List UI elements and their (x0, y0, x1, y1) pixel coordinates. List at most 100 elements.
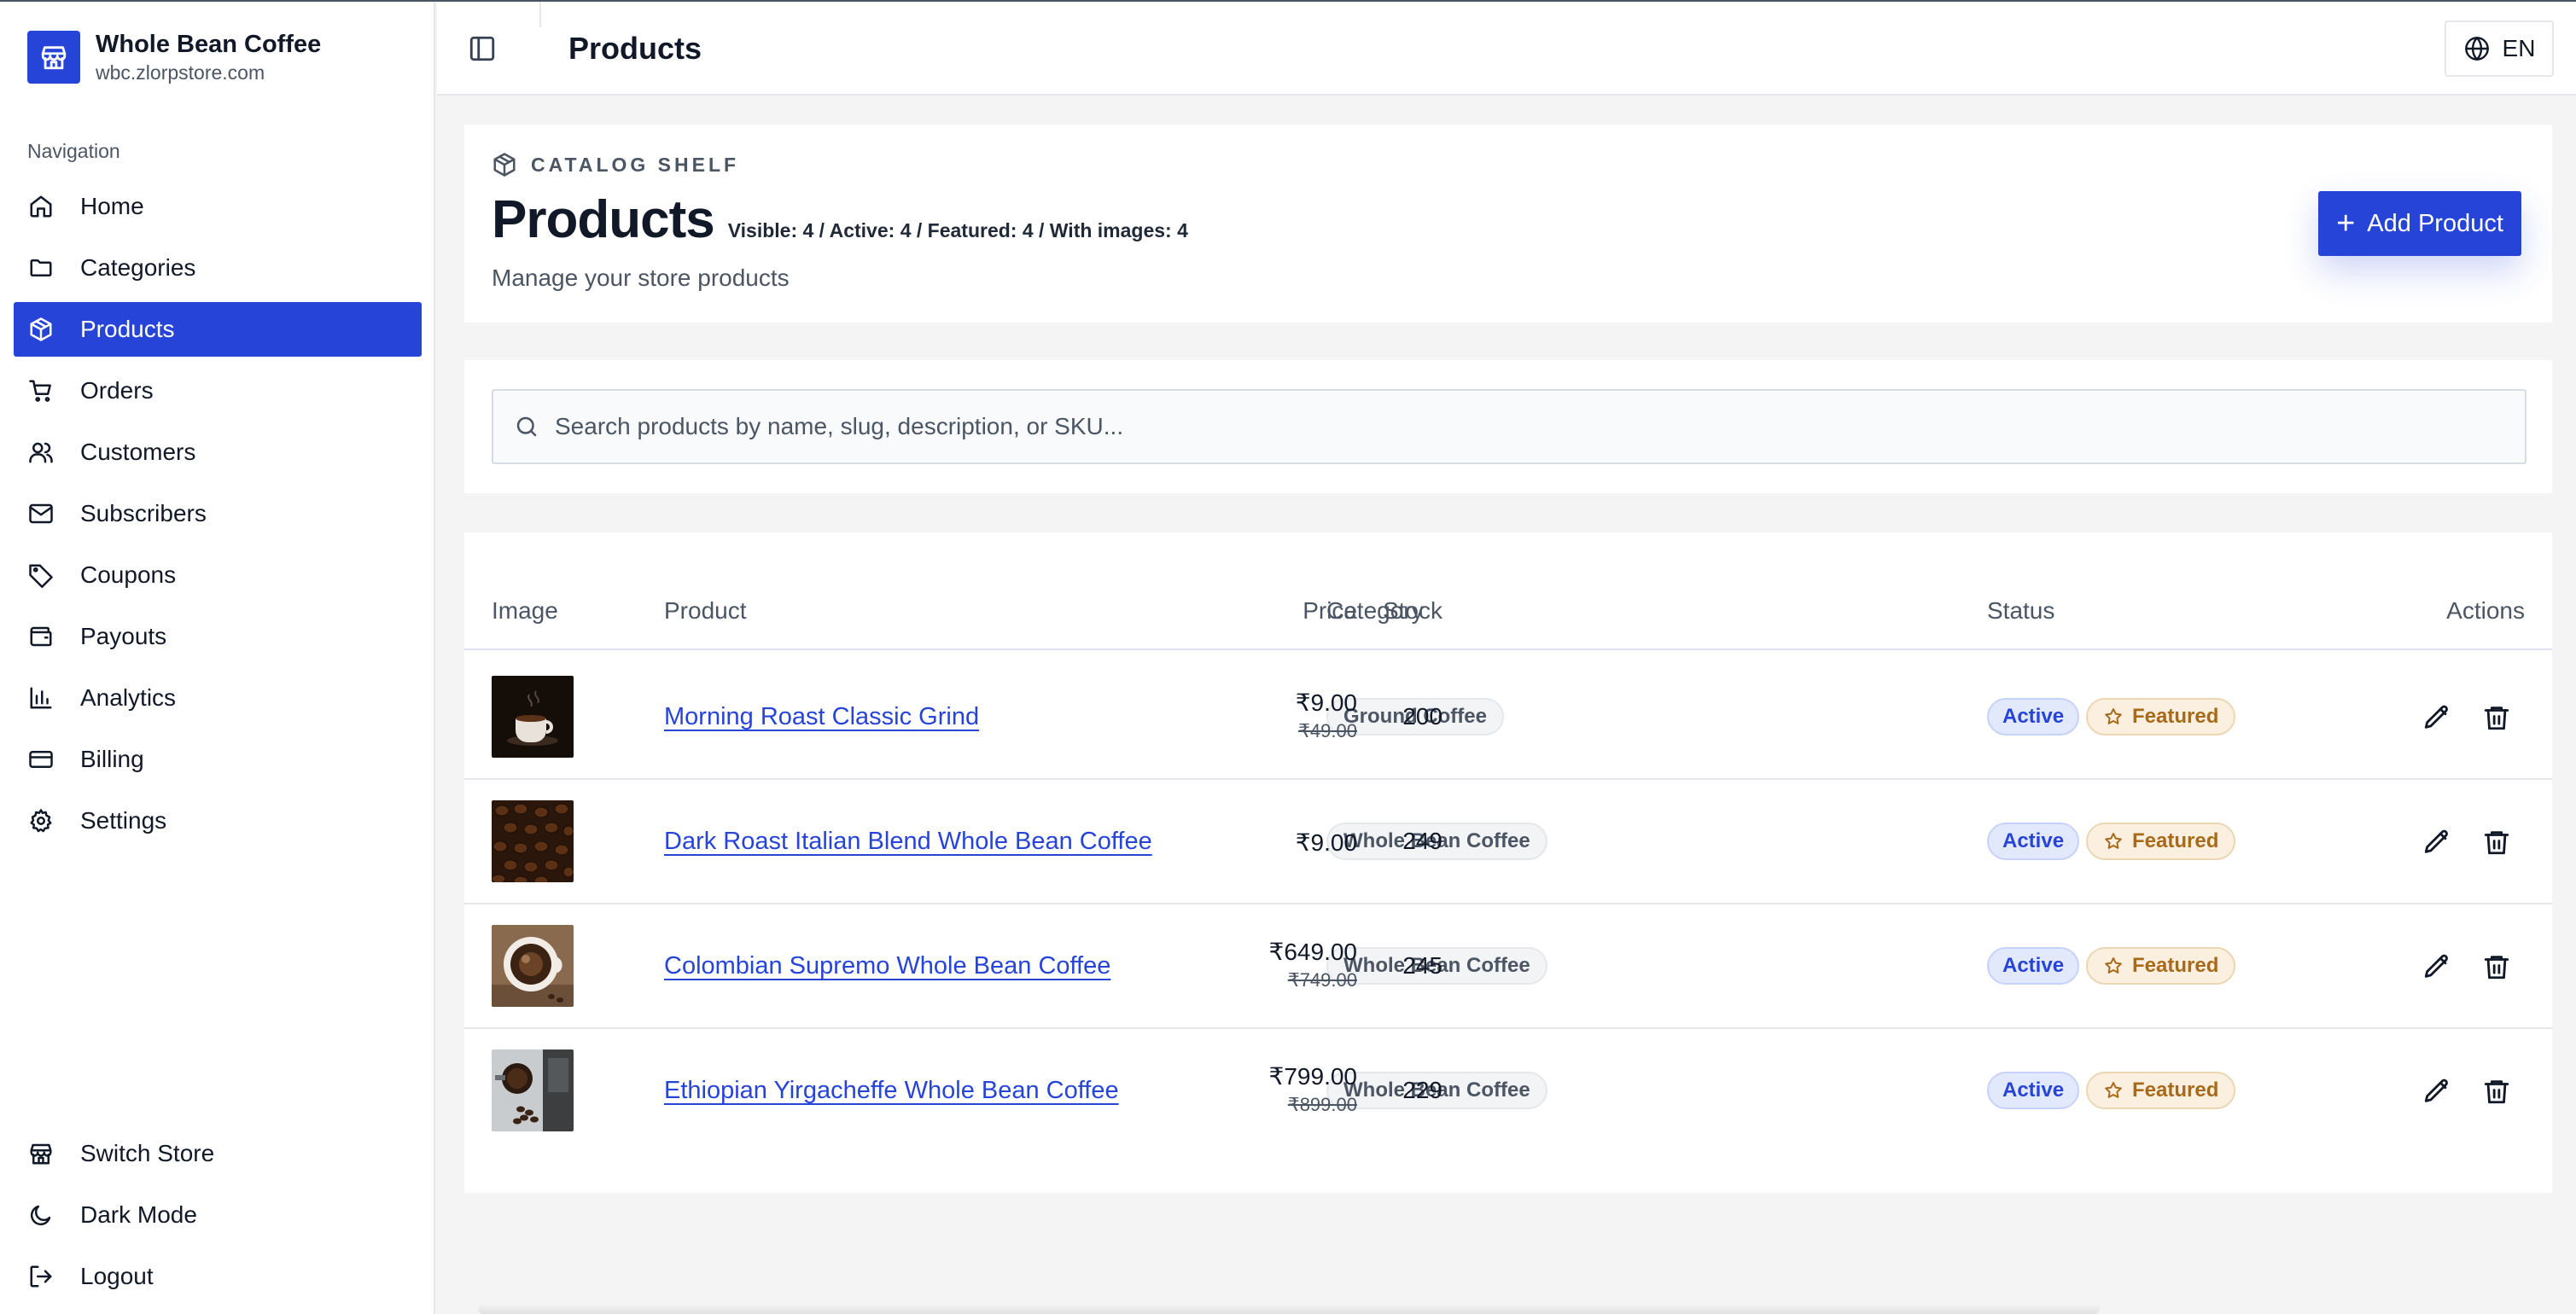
edit-pencil-icon[interactable] (2422, 952, 2451, 981)
product-image-beans (492, 800, 574, 882)
cart-icon (27, 377, 55, 404)
sidebar-item-switch-store[interactable]: Switch Store (14, 1126, 422, 1181)
store-icon (27, 1140, 55, 1167)
delete-trash-icon[interactable] (2482, 1077, 2511, 1106)
search-box[interactable] (492, 389, 2526, 464)
bar-chart-icon (27, 684, 55, 712)
sidebar-item-billing[interactable]: Billing (14, 732, 422, 787)
delete-trash-icon[interactable] (2482, 828, 2511, 857)
star-icon (2103, 831, 2124, 852)
mail-icon (27, 500, 55, 527)
globe-icon (2463, 35, 2491, 62)
add-product-label: Add Product (2367, 209, 2503, 237)
search-icon (514, 414, 539, 439)
featured-label: Featured (2132, 954, 2219, 977)
store-logo-icon (27, 31, 80, 84)
product-name-link[interactable]: Dark Roast Italian Blend Whole Bean Coff… (664, 828, 1152, 856)
product-name-link[interactable]: Ethiopian Yirgacheffe Whole Bean Coffee (664, 1077, 1119, 1105)
sidebar-item-label: Payouts (80, 623, 167, 649)
sidebar-item-home[interactable]: Home (14, 179, 422, 234)
status-badge-active: Active (1987, 698, 2080, 735)
sidebar-item-dark-mode[interactable]: Dark Mode (14, 1188, 422, 1242)
sidebar-item-label: Customers (80, 439, 196, 465)
sidebar-item-orders[interactable]: Orders (14, 363, 422, 418)
column-header-price: Price (1303, 597, 1357, 624)
status-badge-featured: Featured (2086, 947, 2236, 985)
page-subtitle: Manage your store products (492, 265, 790, 291)
credit-card-icon (27, 746, 55, 773)
sidebar-bottom-nav: Switch Store Dark Mode Logout (14, 1126, 422, 1311)
header-divider (539, 2, 541, 27)
edit-pencil-icon[interactable] (2422, 1077, 2451, 1106)
table-row: Morning Roast Classic Grind Ground Coffe… (464, 655, 2552, 780)
column-header-status: Status (1987, 597, 2055, 624)
stock-count: 245 (1402, 952, 1442, 979)
product-name-link[interactable]: Morning Roast Classic Grind (664, 703, 979, 731)
sidebar-item-settings[interactable]: Settings (14, 794, 422, 848)
sidebar-item-label: Products (80, 316, 175, 342)
table-row: Dark Roast Italian Blend Whole Bean Coff… (464, 780, 2552, 904)
sidebar-item-label: Dark Mode (80, 1201, 197, 1228)
sidebar-item-label: Settings (80, 807, 167, 834)
top-header: Products EN (437, 2, 2576, 96)
edit-pencil-icon[interactable] (2422, 828, 2451, 857)
star-icon (2103, 956, 2124, 976)
sidebar-item-customers[interactable]: Customers (14, 425, 422, 480)
nav-heading: Navigation (27, 140, 120, 162)
sidebar-item-analytics[interactable]: Analytics (14, 671, 422, 725)
products-table: Image Product Category Price Stock Statu… (464, 532, 2552, 1193)
folder-icon (27, 254, 55, 282)
header-title: Products (568, 31, 702, 66)
page-header-card: CATALOG SHELF Products Visible: 4 / Acti… (464, 125, 2552, 323)
search-card (464, 360, 2552, 493)
sidebar-item-coupons[interactable]: Coupons (14, 548, 422, 602)
add-product-button[interactable]: + Add Product (2318, 191, 2521, 256)
sidebar-item-logout[interactable]: Logout (14, 1249, 422, 1304)
status-badge-active: Active (1987, 1072, 2080, 1109)
plus-icon: + (2336, 206, 2356, 241)
edit-pencil-icon[interactable] (2422, 703, 2451, 732)
price: ₹649.00 (1268, 939, 1357, 965)
sidebar-nav: Home Categories Products Orders Customer… (14, 179, 422, 855)
sidebar-item-subscribers[interactable]: Subscribers (14, 486, 422, 541)
delete-trash-icon[interactable] (2482, 952, 2511, 981)
price: ₹9.00 (1295, 829, 1357, 856)
table-header: Image Product Category Price Stock Statu… (464, 594, 2552, 650)
home-icon (27, 193, 55, 220)
stock-count: 200 (1402, 703, 1442, 730)
product-stats: Visible: 4 / Active: 4 / Featured: 4 / W… (727, 219, 1188, 241)
users-icon (27, 439, 55, 466)
bottom-card-edge (478, 1304, 2100, 1314)
product-name-link[interactable]: Colombian Supremo Whole Bean Coffee (664, 952, 1110, 980)
language-label: EN (2502, 35, 2536, 61)
featured-label: Featured (2132, 1079, 2219, 1102)
column-header-actions: Actions (2446, 597, 2525, 624)
column-header-product: Product (664, 597, 747, 624)
sidebar-item-products[interactable]: Products (14, 302, 422, 357)
sidebar-item-payouts[interactable]: Payouts (14, 609, 422, 664)
delete-trash-icon[interactable] (2482, 703, 2511, 732)
column-header-stock: Stock (1382, 597, 1442, 624)
sidebar-item-label: Coupons (80, 561, 177, 588)
price-cell: ₹649.00 ₹749.00 (1269, 937, 1357, 993)
store-brand[interactable]: Whole Bean Coffee wbc.zlorpstore.com (27, 29, 321, 85)
logout-icon (27, 1263, 55, 1290)
price-cell: ₹799.00 ₹899.00 (1269, 1061, 1357, 1118)
product-image-coffee-cup (492, 676, 574, 758)
price: ₹799.00 (1268, 1063, 1357, 1090)
package-icon (492, 152, 517, 177)
sidebar-item-label: Categories (80, 254, 196, 281)
compare-at-price: ₹749.00 (1287, 969, 1357, 991)
sidebar-item-categories[interactable]: Categories (14, 241, 422, 295)
sidebar-item-label: Orders (80, 377, 154, 404)
sidebar-toggle-icon[interactable] (468, 34, 497, 63)
status-badge-featured: Featured (2086, 1072, 2236, 1109)
status-badge-featured: Featured (2086, 698, 2236, 735)
search-input[interactable] (555, 391, 2525, 462)
gear-icon (27, 807, 55, 834)
store-domain: wbc.zlorpstore.com (96, 61, 265, 84)
star-icon (2103, 706, 2124, 727)
language-button[interactable]: EN (2445, 20, 2554, 77)
stock-count: 249 (1402, 828, 1442, 854)
table-row: Colombian Supremo Whole Bean Coffee Whol… (464, 904, 2552, 1029)
